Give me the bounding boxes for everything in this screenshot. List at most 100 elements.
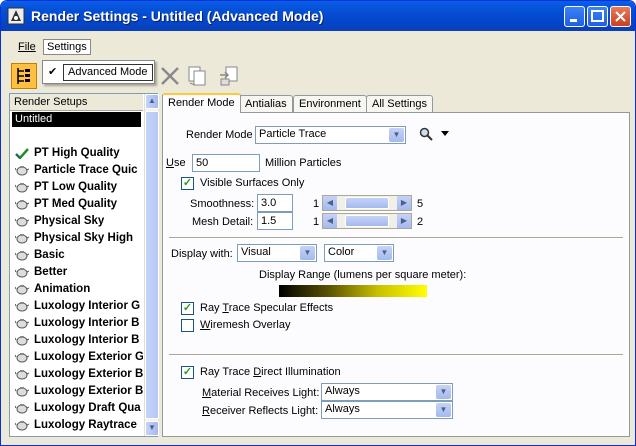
tree-view-button[interactable] <box>11 63 37 89</box>
render-setup-selected[interactable]: Untitled <box>12 112 141 127</box>
render-setup-item-label: Animation <box>34 283 91 295</box>
minimize-button[interactable] <box>564 6 585 27</box>
magnifier-icon[interactable] <box>419 127 433 141</box>
display-mode-value: Visual <box>241 246 271 258</box>
mesh-detail-max-label: 2 <box>417 216 424 228</box>
mesh-detail-slider-thumb[interactable] <box>345 215 389 227</box>
particles-unit-label: Million Particles <box>265 157 342 169</box>
specular-label: Ray Trace Specular Effects <box>200 302 333 314</box>
render-setup-item-label: PT Low Quality <box>34 181 118 193</box>
render-setup-item[interactable]: PT High Quality <box>12 145 143 162</box>
direct-illumination-label: Ray Trace Direct Illumination <box>200 366 341 378</box>
scroll-down-button[interactable]: ▼ <box>145 421 159 436</box>
title-bar[interactable]: Render Settings - Untitled (Advanced Mod… <box>1 1 635 31</box>
smoothness-slider-thumb[interactable] <box>345 197 389 209</box>
chevron-down-icon: ▼ <box>389 128 404 142</box>
copy-icon[interactable] <box>186 65 208 87</box>
mesh-detail-label: Mesh Detail: <box>192 216 254 228</box>
render-setup-item[interactable]: Luxology Interior B <box>12 332 143 349</box>
tab-render-mode[interactable]: Render Mode <box>162 93 241 113</box>
check-icon: ✓ <box>182 366 193 378</box>
display-mode-select[interactable]: Visual ▼ <box>237 244 317 262</box>
render-setup-item-label: PT Med Quality <box>34 198 118 210</box>
teapot-icon <box>15 319 29 329</box>
display-color-value: Color <box>328 246 355 258</box>
close-button[interactable] <box>610 6 631 27</box>
menu-item-advanced-mode[interactable]: Advanced Mode <box>63 64 153 81</box>
render-setup-item[interactable]: Physical Sky <box>12 213 143 230</box>
render-setup-item[interactable]: Luxology Interior B <box>12 315 143 332</box>
mesh-detail-input[interactable]: 1.5 <box>257 212 293 230</box>
render-setup-item-label: Luxology Raytrace <box>34 419 137 431</box>
render-settings-app-icon <box>7 7 25 25</box>
delete-icon[interactable] <box>159 65 181 87</box>
render-setups-panel: Render Setups Untitled PT High Quality Pa… <box>9 93 159 437</box>
wiremesh-label: Wiremesh Overlay <box>200 319 290 331</box>
scroll-thumb[interactable] <box>145 111 159 419</box>
chevron-left-icon[interactable]: ◀ <box>323 196 337 210</box>
minimize-icon <box>570 19 577 22</box>
smoothness-input[interactable]: 3.0 <box>257 194 293 212</box>
specular-label-post: race Specular Effects <box>228 302 334 314</box>
smoothness-value: 3.0 <box>261 197 277 209</box>
particles-value: 50 <box>196 157 209 169</box>
render-setup-item-label: Better <box>34 266 68 278</box>
menu-settings[interactable]: Settings <box>43 39 91 55</box>
receiver-reflects-select[interactable]: Always ▼ <box>321 401 453 419</box>
tab-environment[interactable]: Environment <box>293 95 367 113</box>
specular-checkbox[interactable]: ✓ <box>181 302 194 315</box>
chevron-up-icon: ▲ <box>148 96 156 105</box>
render-setup-item[interactable]: Luxology Raytrace <box>12 417 143 434</box>
menu-item-advanced-mode-label: Advanced Mode <box>68 66 148 78</box>
menu-file[interactable]: File <box>14 39 40 55</box>
render-setups-scrollbar[interactable]: ▲ ▼ <box>144 94 159 436</box>
display-color-select[interactable]: Color ▼ <box>324 244 394 262</box>
particles-input[interactable]: 50 <box>192 154 260 172</box>
teapot-icon <box>15 404 29 414</box>
render-setup-item-label: Particle Trace Quic <box>34 164 138 176</box>
render-setup-item[interactable]: Luxology Exterior B <box>12 383 143 400</box>
render-setup-item-label: PT High Quality <box>34 147 120 159</box>
display-range-gradient <box>279 285 427 297</box>
render-setup-item-label: Luxology Draft Qua <box>34 402 141 414</box>
render-setup-item[interactable]: Luxology Exterior G <box>12 349 143 366</box>
render-mode-select[interactable]: Particle Trace ▼ <box>255 126 406 144</box>
wiremesh-checkbox[interactable] <box>181 319 194 332</box>
visible-surfaces-checkbox[interactable]: ✓ <box>181 177 194 190</box>
chevron-down-icon: ▼ <box>300 246 315 260</box>
render-setup-item[interactable]: Luxology Exterior B <box>12 366 143 383</box>
chevron-right-icon[interactable]: ▶ <box>397 214 411 228</box>
direct-label-post: irect Illumination <box>261 366 341 378</box>
teapot-icon <box>15 421 29 431</box>
render-setup-item[interactable]: Luxology Draft Qua <box>12 400 143 417</box>
chevron-right-icon[interactable]: ▶ <box>397 196 411 210</box>
tab-render-mode-label: Render Mode <box>168 97 235 109</box>
render-setup-item-label: Luxology Exterior B <box>34 368 143 380</box>
tab-all-settings[interactable]: All Settings <box>366 95 434 113</box>
tree-icon <box>17 68 30 84</box>
render-setup-item[interactable]: Better <box>12 264 143 281</box>
scroll-up-button[interactable]: ▲ <box>145 94 159 109</box>
export-icon[interactable] <box>218 65 240 87</box>
receiver-label-accel: R <box>202 405 210 417</box>
render-setup-item[interactable]: PT Med Quality <box>12 196 143 213</box>
render-setup-item[interactable]: PT Low Quality <box>12 179 143 196</box>
render-setup-item[interactable]: Particle Trace Quic <box>12 162 143 179</box>
render-setup-item[interactable]: Luxology Interior G <box>12 298 143 315</box>
render-setup-item-label: Basic <box>34 249 65 261</box>
tab-antialias[interactable]: Antialias <box>239 95 293 113</box>
render-setup-item[interactable]: Animation <box>12 281 143 298</box>
material-label-accel: M <box>202 387 212 399</box>
mesh-detail-slider[interactable]: ◀ ▶ <box>322 213 412 229</box>
maximize-button[interactable] <box>587 6 608 27</box>
chevron-left-icon[interactable]: ◀ <box>323 214 337 228</box>
smoothness-slider[interactable]: ◀ ▶ <box>322 195 412 211</box>
render-setup-item[interactable]: Physical Sky High <box>12 230 143 247</box>
material-receives-select[interactable]: Always ▼ <box>321 383 453 401</box>
direct-label-pre: Ray Trace <box>200 366 254 378</box>
dropdown-arrow-icon[interactable] <box>441 131 449 137</box>
render-setup-item[interactable]: Basic <box>12 247 143 264</box>
render-setup-item-label: Physical Sky High <box>34 232 134 244</box>
direct-illumination-checkbox[interactable]: ✓ <box>181 366 194 379</box>
render-setup-item-label: Luxology Exterior B <box>34 385 143 397</box>
